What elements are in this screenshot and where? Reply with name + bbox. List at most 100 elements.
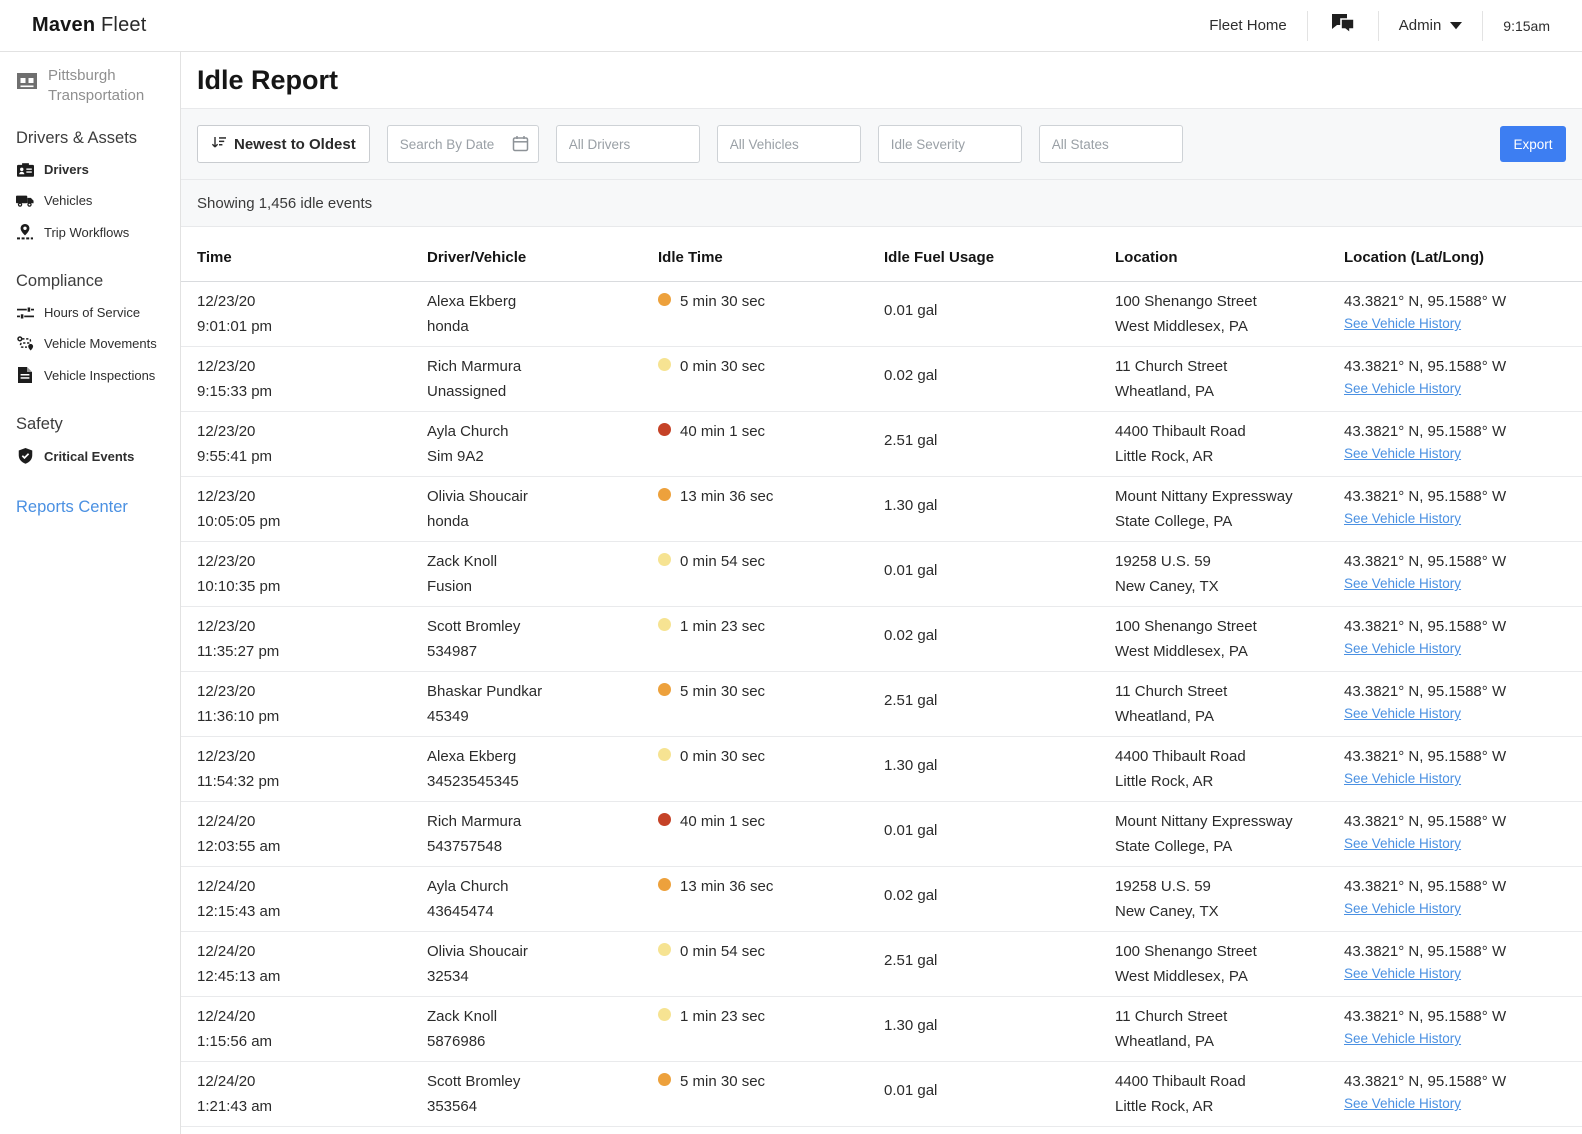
latlong-cell: 43.3821° N, 95.1588° W See Vehicle Histo…	[1344, 932, 1566, 996]
sidebar-item-critical-events[interactable]: Critical Events	[16, 440, 170, 472]
event-time: 12:15:43 am	[197, 903, 281, 920]
location-city-state: State College, PA	[1115, 838, 1233, 855]
see-vehicle-history-link[interactable]: See Vehicle History	[1344, 512, 1461, 526]
table-row: 12/23/20 11:36:10 pm Bhaskar Pundkar 453…	[181, 672, 1582, 737]
all-states-filter[interactable]	[1038, 125, 1183, 163]
idle-severity-filter[interactable]	[877, 125, 1022, 163]
see-vehicle-history-link[interactable]: See Vehicle History	[1344, 1097, 1461, 1111]
fuel-amount: 1.30 gal	[884, 757, 938, 774]
driver-vehicle-cell: Zack Knoll Fusion	[427, 542, 658, 606]
location-cell: 19258 U.S. 59 New Caney, TX	[1115, 542, 1344, 606]
latlong-cell: 43.3821° N, 95.1588° W See Vehicle Histo…	[1344, 347, 1566, 411]
event-date: 12/23/20	[197, 293, 256, 310]
export-button[interactable]: Export	[1500, 126, 1566, 162]
event-date: 12/23/20	[197, 358, 256, 375]
location-cell: 100 Shenango Street West Middlesex, PA	[1115, 607, 1344, 671]
date-filter	[386, 125, 539, 163]
messages-button[interactable]	[1308, 12, 1378, 39]
idle-fuel-cell: 0.02 gal	[884, 607, 1115, 671]
idle-duration: 5 min 30 sec	[680, 1073, 766, 1090]
coordinates: 43.3821° N, 95.1588° W	[1344, 553, 1507, 570]
event-date: 12/24/20	[197, 878, 256, 895]
all-drivers-filter[interactable]	[555, 125, 700, 163]
vehicle-name: 543757548	[427, 838, 503, 855]
event-date: 12/24/20	[197, 813, 256, 830]
driver-vehicle-cell: Ayla Church 43645474	[427, 867, 658, 931]
idle-time-cell: 5 min 30 sec	[658, 672, 884, 736]
sidebar-item-trip-workflows[interactable]: Trip Workflows	[16, 216, 170, 248]
location-city-state: Wheatland, PA	[1115, 1033, 1214, 1050]
see-vehicle-history-link[interactable]: See Vehicle History	[1344, 772, 1461, 786]
location-address: 100 Shenango Street	[1115, 618, 1257, 635]
vehicle-name: Sim 9A2	[427, 448, 484, 465]
chat-icon	[1330, 12, 1356, 39]
vehicle-name: 45349	[427, 708, 469, 725]
table-row: 12/23/20 11:35:27 pm Scott Bromley 53498…	[181, 607, 1582, 672]
reports-center-label: Reports Center	[16, 498, 128, 516]
coordinates: 43.3821° N, 95.1588° W	[1344, 943, 1507, 960]
latlong-cell: 43.3821° N, 95.1588° W See Vehicle Histo…	[1344, 1062, 1566, 1126]
org-switcher[interactable]: Pittsburgh Transportation	[16, 66, 170, 105]
idle-time-cell: 40 min 1 sec	[658, 412, 884, 476]
sidebar-item-vehicle-movements[interactable]: Vehicle Movements	[16, 328, 170, 359]
admin-menu[interactable]: Admin	[1379, 11, 1483, 41]
fuel-amount: 0.01 gal	[884, 1082, 938, 1099]
all-vehicles-filter[interactable]	[716, 125, 861, 163]
sidebar-item-label: Vehicles	[44, 193, 93, 208]
location-city-state: Little Rock, AR	[1115, 448, 1214, 465]
idle-fuel-cell: 2.51 gal	[884, 932, 1115, 996]
see-vehicle-history-link[interactable]: See Vehicle History	[1344, 1032, 1461, 1046]
idle-time-cell: 40 min 1 sec	[658, 802, 884, 866]
driver-name: Scott Bromley	[427, 1073, 521, 1090]
idle-duration: 1 min 23 sec	[680, 1008, 766, 1025]
idle-severity-dot	[658, 813, 671, 826]
sidebar-item-vehicles[interactable]: Vehicles	[16, 185, 170, 216]
driver-vehicle-cell: Bhaskar Pundkar 45349	[427, 672, 658, 736]
see-vehicle-history-link[interactable]: See Vehicle History	[1344, 447, 1461, 461]
driver-name: Zack Knoll	[427, 553, 498, 570]
event-time: 1:21:43 am	[197, 1098, 273, 1115]
see-vehicle-history-link[interactable]: See Vehicle History	[1344, 837, 1461, 851]
idle-duration: 5 min 30 sec	[680, 293, 766, 310]
idle-duration: 13 min 36 sec	[680, 488, 774, 505]
see-vehicle-history-link[interactable]: See Vehicle History	[1344, 577, 1461, 591]
sidebar-item-reports-center[interactable]: Reports Center	[16, 498, 170, 517]
vehicle-name: 43645474	[427, 903, 494, 920]
see-vehicle-history-link[interactable]: See Vehicle History	[1344, 642, 1461, 656]
see-vehicle-history-link[interactable]: See Vehicle History	[1344, 317, 1461, 331]
search-by-date-input[interactable]	[386, 125, 539, 163]
location-city-state: New Caney, TX	[1115, 903, 1219, 920]
event-time: 9:01:01 pm	[197, 318, 273, 335]
latlong-cell: 43.3821° N, 95.1588° W See Vehicle Histo…	[1344, 737, 1566, 801]
see-vehicle-history-link[interactable]: See Vehicle History	[1344, 967, 1461, 981]
shield-check-icon	[16, 448, 34, 464]
event-date: 12/23/20	[197, 553, 256, 570]
sort-order-button[interactable]: Newest to Oldest	[197, 125, 370, 163]
see-vehicle-history-link[interactable]: See Vehicle History	[1344, 707, 1461, 721]
sidebar-section-compliance: Compliance Hours of Service Vehicle Move…	[16, 272, 170, 391]
latlong-cell: 43.3821° N, 95.1588° W See Vehicle Histo…	[1344, 477, 1566, 541]
sort-descending-icon	[211, 136, 226, 153]
sidebar-item-drivers[interactable]: Drivers	[16, 154, 170, 185]
driver-vehicle-cell: Alexa Ekberg 34523545345	[427, 737, 658, 801]
location-city-state: West Middlesex, PA	[1115, 318, 1248, 335]
fleet-home-link[interactable]: Fleet Home	[1189, 11, 1307, 41]
see-vehicle-history-link[interactable]: See Vehicle History	[1344, 902, 1461, 916]
column-header-idle-time: Idle Time	[658, 249, 723, 266]
idle-fuel-cell: 1.30 gal	[884, 737, 1115, 801]
latlong-cell: 43.3821° N, 95.1588° W See Vehicle Histo…	[1344, 412, 1566, 476]
location-cell: 100 Shenango Street West Middlesex, PA	[1115, 932, 1344, 996]
idle-time-cell: 13 min 36 sec	[658, 477, 884, 541]
location-cell: 4400 Thibault Road Little Rock, AR	[1115, 412, 1344, 476]
table-row: 12/24/20 1:21:43 am Scott Bromley 353564…	[181, 1062, 1582, 1127]
latlong-cell: 43.3821° N, 95.1588° W See Vehicle Histo…	[1344, 542, 1566, 606]
sidebar-item-hours-of-service[interactable]: Hours of Service	[16, 297, 170, 328]
sidebar-item-vehicle-inspections[interactable]: Vehicle Inspections	[16, 359, 170, 391]
sidebar: Pittsburgh Transportation Drivers & Asse…	[0, 52, 181, 1134]
see-vehicle-history-link[interactable]: See Vehicle History	[1344, 382, 1461, 396]
idle-time-cell: 5 min 30 sec	[658, 282, 884, 346]
idle-severity-dot	[658, 748, 671, 761]
idle-fuel-cell: 2.51 gal	[884, 672, 1115, 736]
idle-time-cell: 1 min 23 sec	[658, 997, 884, 1061]
time-cell: 12/24/20 12:45:13 am	[197, 932, 427, 996]
